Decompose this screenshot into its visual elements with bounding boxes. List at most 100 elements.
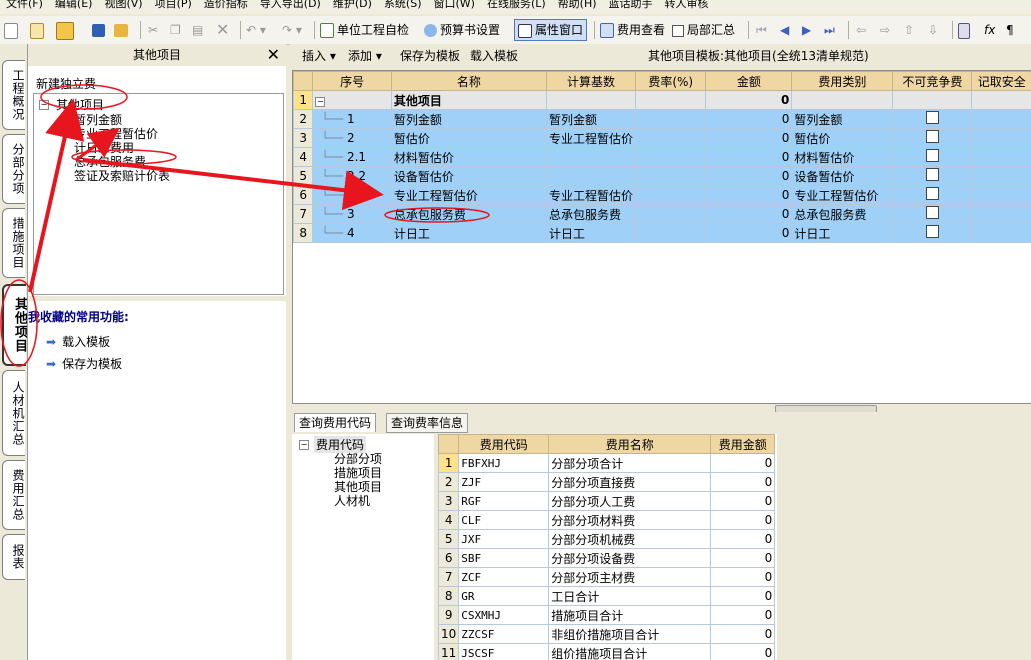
cell-fee-name[interactable]: 分部分项机械费 — [548, 529, 712, 549]
cell-category[interactable]: 材料暂估价 — [791, 147, 894, 167]
menu-item[interactable]: 在线服务(L) — [481, 0, 552, 10]
next-record-icon[interactable]: ▶ — [802, 20, 811, 40]
tab-report[interactable]: 报表 — [2, 534, 25, 580]
menu-item[interactable]: 造价指标 — [198, 0, 254, 10]
tab-project-overview[interactable]: 工程概况 — [2, 60, 25, 130]
col-header[interactable]: 费用代码 — [458, 434, 550, 454]
col-header[interactable]: 不可竞争费 — [892, 71, 973, 91]
move-right-icon[interactable]: ⇨ — [880, 20, 890, 40]
row-number[interactable]: 3 — [293, 128, 314, 148]
cell-rate[interactable] — [634, 185, 707, 205]
cell-category[interactable] — [791, 90, 894, 110]
cell-fee-name[interactable]: 工日合计 — [548, 586, 712, 606]
cell-base[interactable] — [545, 166, 637, 186]
move-up-icon[interactable]: ⇧ — [904, 20, 914, 40]
close-icon[interactable]: ✕ — [267, 44, 280, 66]
cell-base[interactable]: 专业工程暂估价 — [545, 185, 637, 205]
partial-summary-checkbox[interactable] — [672, 24, 684, 37]
row-number[interactable]: 2 — [438, 472, 460, 492]
cell-amount[interactable]: 0 — [705, 90, 793, 110]
menu-item[interactable]: 导入导出(D) — [254, 0, 327, 10]
cell-category[interactable]: 专业工程暂估价 — [791, 185, 894, 205]
row-number[interactable]: 1 — [293, 90, 314, 110]
row-number[interactable]: 5 — [438, 529, 460, 549]
cell-seq[interactable]: └── 2.1 — [312, 147, 392, 167]
cell-safety[interactable] — [971, 147, 1031, 167]
row-number[interactable]: 5 — [293, 166, 314, 186]
calculator-icon[interactable] — [958, 20, 973, 40]
cell-noncompetitive[interactable] — [892, 128, 973, 148]
col-header[interactable]: 序号 — [312, 71, 392, 91]
menu-item[interactable]: 项目(P) — [149, 0, 198, 10]
table-row[interactable]: 5 JXF 分部分项机械费 0 — [438, 529, 776, 549]
menu-item[interactable]: 转人审核 — [659, 0, 715, 10]
row-number[interactable]: 8 — [438, 586, 460, 606]
undo-icon[interactable]: ↶ ▾ — [246, 20, 266, 40]
table-row[interactable]: 5 └── 2.2 设备暂估价 0 设备暂估价 — [293, 166, 1031, 186]
unit-check-button[interactable]: 单位工程自检 — [320, 20, 409, 40]
new-file-icon[interactable] — [4, 20, 21, 40]
cell-safety[interactable] — [971, 185, 1031, 205]
col-header[interactable]: 费用类别 — [791, 71, 894, 91]
cell-category[interactable]: 计日工 — [791, 223, 894, 243]
cell-rate[interactable] — [634, 166, 707, 186]
noncompetitive-checkbox[interactable] — [925, 225, 939, 238]
pilcrow-icon[interactable]: ¶ — [1006, 20, 1014, 40]
cell-fee-name[interactable]: 分部分项直接费 — [548, 472, 712, 492]
col-header[interactable]: 费率(%) — [634, 71, 707, 91]
cell-amount[interactable]: 0 — [705, 147, 793, 167]
table-row[interactable]: 8 GR 工日合计 0 — [438, 586, 776, 606]
cell-base[interactable]: 总承包服务费 — [545, 204, 637, 224]
menu-item[interactable]: 帮助(H) — [552, 0, 603, 10]
table-row[interactable]: 4 CLF 分部分项材料费 0 — [438, 510, 776, 530]
cell-rate[interactable] — [634, 204, 707, 224]
cell-fee-code[interactable]: ZZCSF — [458, 624, 550, 644]
cell-rate[interactable] — [634, 90, 707, 110]
prev-record-icon[interactable]: ◀ — [780, 20, 789, 40]
cell-rate[interactable] — [634, 109, 707, 129]
cell-fee-name[interactable]: 分部分项合计 — [548, 453, 712, 473]
cell-name[interactable]: 其他项目 — [390, 90, 547, 110]
table-row[interactable]: 10 ZZCSF 非组价措施项目合计 0 — [438, 624, 776, 644]
cell-name[interactable]: 材料暂估价 — [390, 147, 547, 167]
partial-summary-toggle[interactable]: 局部汇总 — [672, 20, 735, 40]
cell-safety[interactable] — [971, 223, 1031, 243]
tab-other-items[interactable]: 其他项目 — [2, 284, 27, 366]
cell-fee-name[interactable]: 非组价措施项目合计 — [548, 624, 712, 644]
collapse-icon[interactable]: − — [39, 100, 49, 110]
row-number[interactable]: 2 — [293, 109, 314, 129]
table-row[interactable]: 11 JSCSF 组价措施项目合计 0 — [438, 643, 776, 660]
cell-fee-name[interactable]: 分部分项人工费 — [548, 491, 712, 511]
menu-item[interactable]: 维护(D) — [327, 0, 378, 10]
cell-name[interactable]: 暂列金额 — [390, 109, 547, 129]
cell-fee-amount[interactable]: 0 — [710, 586, 776, 606]
cell-fee-code[interactable]: FBFXHJ — [458, 453, 550, 473]
save-icon[interactable] — [92, 20, 108, 40]
cell-noncompetitive[interactable] — [892, 185, 973, 205]
cell-noncompetitive[interactable] — [892, 147, 973, 167]
noncompetitive-checkbox[interactable] — [925, 149, 939, 162]
cell-seq[interactable]: └── 2.2 — [312, 166, 392, 186]
save-all-icon[interactable] — [114, 20, 131, 40]
cell-seq[interactable]: └── 4 — [312, 223, 392, 243]
cell-safety[interactable] — [971, 128, 1031, 148]
cell-fee-name[interactable]: 分部分项设备费 — [548, 548, 712, 568]
cell-fee-code[interactable]: CLF — [458, 510, 550, 530]
cell-fee-amount[interactable]: 0 — [710, 567, 776, 587]
table-row[interactable]: 8 └── 4 计日工 计日工 0 计日工 — [293, 223, 1031, 243]
row-number[interactable]: 6 — [438, 548, 460, 568]
collapse-icon[interactable]: − — [299, 440, 309, 450]
tab-measure-items[interactable]: 措施项目 — [2, 208, 25, 278]
add-dropdown[interactable]: 添加 ▾ — [348, 47, 382, 65]
save-template-button[interactable]: 保存为模板 — [400, 47, 460, 65]
table-row[interactable]: 1− 其他项目 0 — [293, 90, 1031, 110]
cut-icon[interactable]: ✂ — [148, 20, 158, 40]
tab-division-items[interactable]: 分部分项 — [2, 134, 25, 204]
cell-category[interactable]: 暂估价 — [791, 128, 894, 148]
noncompetitive-checkbox[interactable] — [925, 187, 939, 200]
cell-amount[interactable]: 0 — [705, 109, 793, 129]
cell-category[interactable]: 设备暂估价 — [791, 166, 894, 186]
cell-fee-name[interactable]: 分部分项材料费 — [548, 510, 712, 530]
row-number[interactable]: 4 — [293, 147, 314, 167]
open-folder-icon[interactable] — [56, 20, 77, 40]
